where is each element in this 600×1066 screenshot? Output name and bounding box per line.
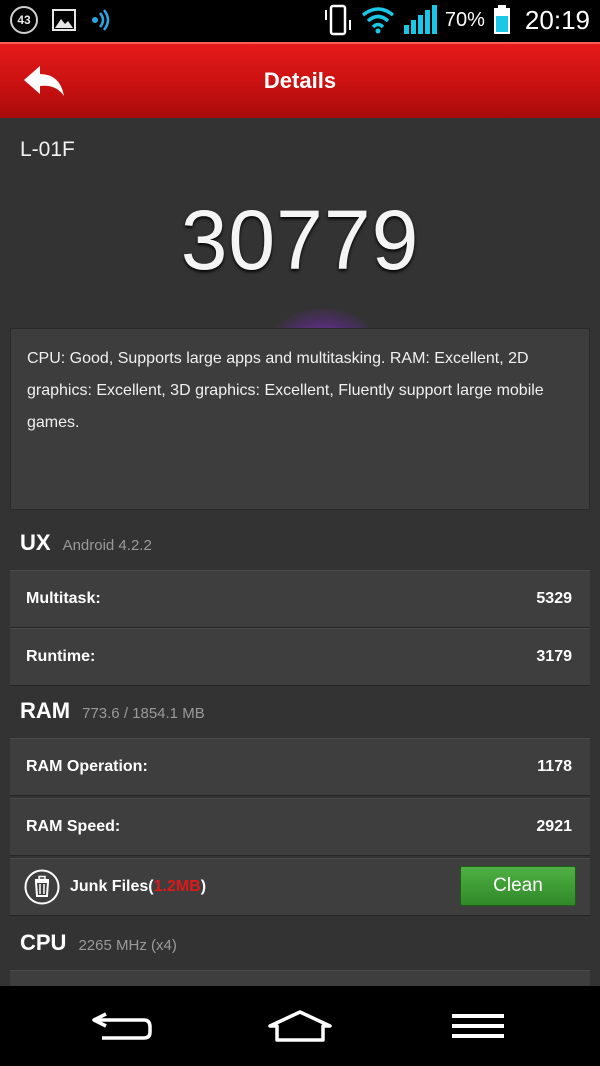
junk-files-size: 1.2MB bbox=[153, 878, 201, 895]
details-content[interactable]: L-01F 30779 CPU: Good, Supports large ap… bbox=[0, 118, 600, 986]
battery-percent: 70% bbox=[444, 8, 485, 31]
ram-section-header: RAM 773.6 / 1854.1 MB bbox=[20, 698, 205, 724]
row-label: RAM Speed: bbox=[26, 818, 121, 835]
row-label: Multitask: bbox=[26, 590, 101, 607]
junk-files-text: Junk Files( bbox=[70, 878, 154, 895]
ux-section-header: UX Android 4.2.2 bbox=[20, 530, 152, 556]
total-score: 30779 bbox=[180, 193, 420, 287]
score-row-ram-speed[interactable]: RAM Speed: 2921 bbox=[10, 798, 590, 856]
nav-home-icon bbox=[268, 1010, 332, 1042]
ux-section-subtitle: Android 4.2.2 bbox=[62, 537, 152, 554]
clock: 20:19 bbox=[524, 4, 590, 35]
nav-back-button[interactable] bbox=[86, 1008, 156, 1044]
wifi-icon bbox=[361, 7, 394, 34]
status-bar-right: 70% 20:19 bbox=[323, 4, 590, 36]
row-value: 3179 bbox=[536, 648, 572, 665]
description-box: CPU: Good, Supports large apps and multi… bbox=[10, 328, 590, 510]
notification-count-badge: 43 bbox=[10, 6, 38, 34]
page-title: Details bbox=[263, 68, 337, 93]
gallery-icon bbox=[52, 9, 76, 31]
score-row-multitask[interactable]: Multitask: 5329 bbox=[10, 570, 590, 628]
cpu-section-subtitle: 2265 MHz (x4) bbox=[78, 937, 177, 954]
trash-icon bbox=[24, 869, 60, 905]
menu-icon bbox=[452, 1014, 504, 1038]
navigation-bar bbox=[0, 986, 600, 1066]
row-label: RAM Operation: bbox=[26, 758, 148, 775]
ram-section-title: RAM bbox=[20, 698, 71, 723]
signal-icon bbox=[403, 5, 437, 34]
status-bar-left: 43 bbox=[10, 6, 112, 34]
row-label: Runtime: bbox=[26, 648, 96, 665]
row-value: 2921 bbox=[536, 818, 572, 835]
junk-files-row: Junk Files(1.2MB) Clean bbox=[10, 858, 590, 916]
header-bar: Details bbox=[0, 42, 600, 118]
cpu-section-header: CPU 2265 MHz (x4) bbox=[20, 930, 177, 956]
status-bar: 43 70% 20:19 bbox=[0, 0, 600, 42]
score-row-runtime[interactable]: Runtime: 3179 bbox=[10, 628, 590, 686]
device-name: L-01F bbox=[20, 138, 75, 161]
ux-section-title: UX bbox=[20, 530, 51, 555]
clean-button[interactable]: Clean bbox=[460, 866, 576, 906]
row-value: 5329 bbox=[536, 590, 572, 607]
score-row-cpu-partial[interactable] bbox=[10, 970, 590, 986]
cpu-section-title: CPU bbox=[20, 930, 67, 955]
nav-home-button[interactable] bbox=[265, 1008, 335, 1044]
junk-files-label: Junk Files(1.2MB) bbox=[70, 878, 206, 896]
battery-icon bbox=[493, 5, 510, 34]
nfc-icon bbox=[92, 9, 110, 31]
nav-menu-button[interactable] bbox=[444, 1008, 514, 1044]
junk-files-close: ) bbox=[200, 878, 207, 895]
nav-back-icon bbox=[92, 1012, 152, 1040]
ram-section-subtitle: 773.6 / 1854.1 MB bbox=[82, 705, 205, 722]
description-text: CPU: Good, Supports large apps and multi… bbox=[27, 350, 544, 431]
row-value: 1178 bbox=[537, 758, 572, 775]
vibrate-icon bbox=[324, 4, 351, 36]
score-row-ram-operation[interactable]: RAM Operation: 1178 bbox=[10, 738, 590, 796]
